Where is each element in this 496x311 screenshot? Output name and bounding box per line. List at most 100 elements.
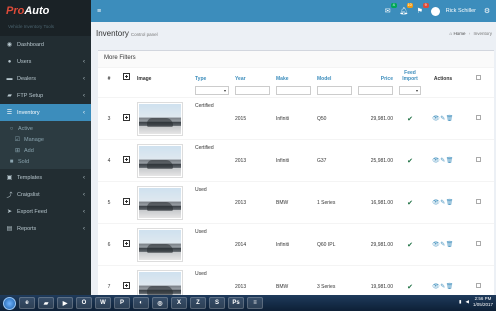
row-price: 29,981.00	[355, 97, 396, 140]
vehicle-thumbnail[interactable]	[137, 185, 183, 220]
row-checkbox[interactable]	[475, 157, 481, 162]
volume-icon[interactable]: ◀	[466, 299, 469, 305]
row-expand-button[interactable]	[123, 282, 130, 290]
chevron-down-icon: ‹	[83, 109, 85, 116]
row-expand-button[interactable]	[123, 240, 130, 247]
sidebar-item-craigslist[interactable]: ⤴ Craigslist ‹	[0, 186, 91, 203]
table-row[interactable]: 5 Used 2013 BMW 1 Series 16,981.00 ✔ 👁︎✎…	[98, 181, 494, 224]
chrome-icon[interactable]: ◎	[152, 297, 168, 309]
column-header-type[interactable]: Type	[192, 68, 232, 84]
sidebar-item-label: Templates	[17, 174, 43, 181]
row-select	[462, 265, 494, 295]
breadcrumb-home[interactable]: Home	[453, 31, 465, 36]
filezilla-icon[interactable]: Z	[190, 297, 206, 309]
vehicle-thumbnail[interactable]	[137, 143, 183, 178]
row-expand-button[interactable]	[123, 114, 130, 121]
sidebar-toggle-icon[interactable]: ≡	[91, 8, 107, 15]
row-image-cell	[134, 139, 192, 182]
skype-icon[interactable]: S	[209, 297, 225, 309]
breadcrumb-separator: ›	[468, 31, 471, 36]
row-image-cell	[134, 223, 192, 266]
more-filters-header[interactable]: More Filters	[98, 51, 494, 68]
row-checkbox[interactable]	[475, 115, 481, 120]
price-filter-input[interactable]	[358, 86, 393, 95]
outlook-icon[interactable]: O	[76, 297, 92, 309]
sidebar-subitem-add[interactable]: ⊞ Add	[0, 145, 91, 156]
row-expand-button[interactable]	[123, 156, 130, 163]
media-player-icon[interactable]: ▶	[57, 297, 73, 309]
ie-icon[interactable]: e	[19, 297, 35, 309]
sidebar-item-users[interactable]: ● Users ‹	[0, 53, 91, 70]
sidebar-subitem-manage[interactable]: ☑ Manage	[0, 134, 91, 145]
feed-filter-select[interactable]: ▾	[399, 86, 421, 95]
sidebar-item-dealers[interactable]: ▬ Dealers ‹	[0, 70, 91, 87]
sidebar-item-export-feed[interactable]: ➤ Export Feed ‹	[0, 203, 91, 220]
row-expand-cell	[120, 223, 134, 266]
sidebar-subitem-active[interactable]: ○ Active	[0, 123, 91, 134]
excel-icon[interactable]: X	[171, 297, 187, 309]
type-filter-select[interactable]: ▾	[195, 86, 229, 95]
firefox-icon[interactable]: ◐	[133, 297, 149, 309]
gear-icon[interactable]: ⚙	[482, 6, 492, 16]
powerpoint-icon[interactable]: P	[114, 297, 130, 309]
table-row[interactable]: 6 Used 2014 Infiniti Q60 IPL 29,981.00 ✔…	[98, 223, 494, 266]
year-filter-input[interactable]	[235, 86, 270, 95]
caret-down-icon: ▾	[223, 88, 226, 93]
column-header-price[interactable]: Price	[355, 68, 396, 84]
vehicle-photo	[139, 187, 181, 218]
sidebar-item-dashboard[interactable]: ◉ Dashboard	[0, 36, 91, 53]
word-icon[interactable]: W	[95, 297, 111, 309]
vehicle-thumbnail[interactable]	[137, 269, 183, 295]
avatar[interactable]	[430, 6, 440, 16]
column-header-model[interactable]: Model	[314, 68, 355, 84]
row-expand-cell	[120, 181, 134, 224]
row-checkbox[interactable]	[475, 199, 481, 204]
brand-logo[interactable]: ProAuto	[0, 0, 91, 22]
row-checkbox[interactable]	[475, 241, 481, 246]
sidebar-subitem-sold[interactable]: ■ Sold	[0, 156, 91, 167]
expand-all-button[interactable]	[123, 73, 130, 80]
sidebar-item-ftp-setup[interactable]: ▰ FTP Setup ‹	[0, 87, 91, 104]
list-icon: ☰	[6, 110, 13, 116]
vehicle-photo	[139, 145, 181, 176]
trash-icon[interactable]: 🗑︎	[446, 284, 454, 290]
table-row[interactable]: 4 Certified 2013 Infiniti G37 25,981.00 …	[98, 139, 494, 182]
model-filter-input[interactable]	[317, 86, 352, 95]
start-button[interactable]	[3, 296, 16, 310]
folder-icon[interactable]: ▰	[38, 297, 54, 309]
network-icon[interactable]: ▮	[459, 299, 461, 305]
table-row[interactable]: 3 Certified 2015 Infiniti Q50 29,981.00 …	[98, 97, 494, 140]
flag-icon[interactable]: ⚑ 9	[415, 3, 429, 16]
make-filter-input[interactable]	[276, 86, 311, 95]
trash-icon[interactable]: 🗑︎	[446, 242, 454, 248]
row-number: 3	[98, 97, 120, 140]
photoshop-icon[interactable]: Ps	[228, 297, 244, 309]
clock[interactable]: 2:56 PM 1/05/2017	[473, 296, 493, 308]
sidebar-item-inventory[interactable]: ☰ Inventory ‹	[0, 104, 91, 121]
vehicle-thumbnail[interactable]	[137, 227, 183, 262]
notepad-icon[interactable]: ≡	[247, 297, 263, 309]
trash-icon[interactable]: 🗑︎	[446, 200, 454, 206]
column-header-year[interactable]: Year	[232, 68, 273, 84]
trash-icon[interactable]: 🗑︎	[446, 158, 454, 164]
sidebar-item-reports[interactable]: ▤ Reports ‹	[0, 220, 91, 237]
select-all-checkbox[interactable]	[475, 75, 481, 80]
row-checkbox[interactable]	[475, 283, 481, 289]
brand-subtitle: Vehicle Inventory Tools	[0, 22, 91, 36]
bell-icon[interactable]: 🔔︎ 10	[399, 3, 413, 16]
sidebar-item-label: FTP Setup	[17, 92, 44, 99]
table-row[interactable]: 7 Used 2013 BMW 3 Series 19,981.00 ✔ 👁︎✎…	[98, 265, 494, 295]
vehicle-thumbnail[interactable]	[137, 101, 183, 136]
envelope-icon[interactable]: ✉ 4	[383, 3, 397, 16]
column-header-feed-import[interactable]: Feed Import	[396, 68, 424, 84]
column-header-make[interactable]: Make	[273, 68, 314, 84]
row-select	[462, 139, 494, 182]
sidebar: ProAuto Vehicle Inventory Tools ◉ Dashbo…	[0, 0, 91, 295]
trash-icon[interactable]: 🗑︎	[446, 116, 454, 122]
sidebar-item-templates[interactable]: ▣ Templates ‹	[0, 169, 91, 186]
filter-cell-empty	[120, 84, 134, 98]
row-price: 29,981.00	[355, 223, 396, 266]
row-expand-button[interactable]	[123, 198, 130, 205]
chevron-left-icon: ‹	[83, 208, 85, 215]
user-name[interactable]: Rick Schiller	[446, 8, 476, 14]
